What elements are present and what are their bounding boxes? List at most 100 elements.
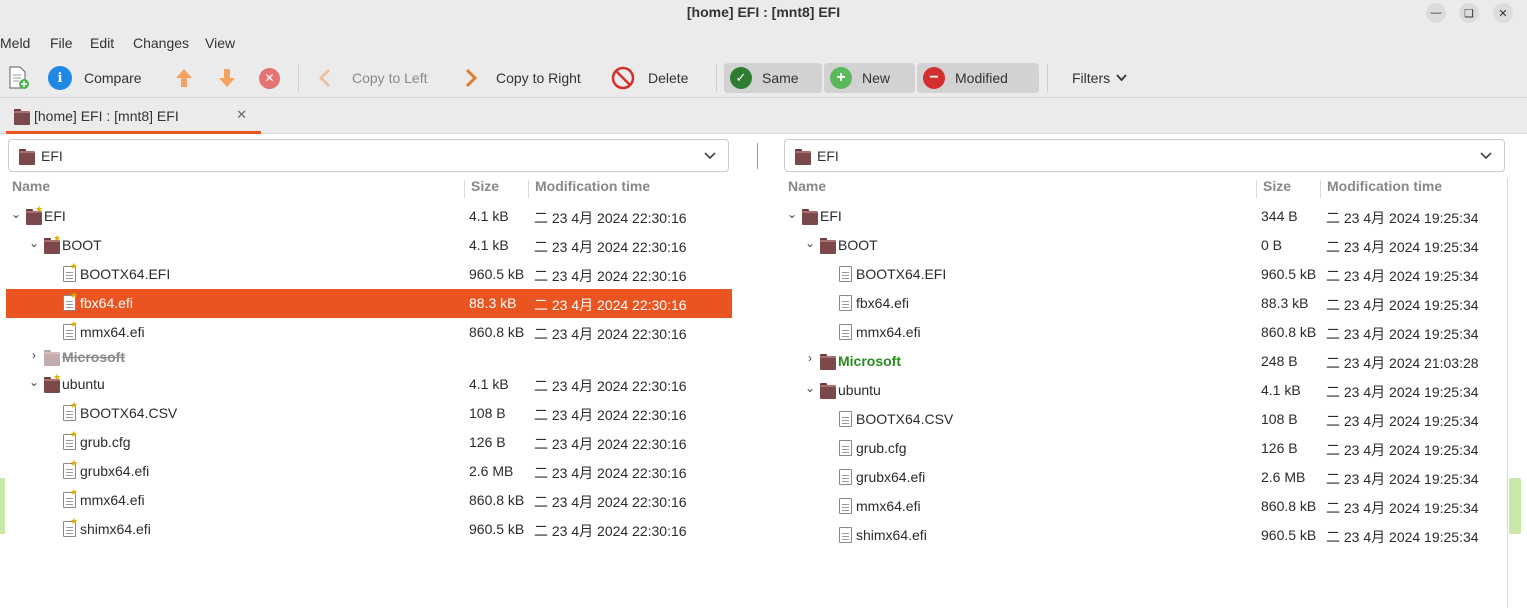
chevron-down-icon[interactable]: ⌄ xyxy=(804,236,816,250)
tree-row[interactable]: ★ mmx64.efi 860.8 kB 二 23 4月 2024 22:30:… xyxy=(6,486,732,515)
tree-row[interactable]: mmx64.efi 860.8 kB 二 23 4月 2024 19:25:34 xyxy=(782,492,1507,521)
new-badge-icon: ★ xyxy=(70,290,79,300)
tree-row[interactable]: grubx64.efi 2.6 MB 二 23 4月 2024 19:25:34 xyxy=(782,463,1507,492)
row-size: 860.8 kB xyxy=(469,492,525,508)
tree-row[interactable]: ⌄ EFI 344 B 二 23 4月 2024 19:25:34 xyxy=(782,202,1507,231)
chevron-down-icon[interactable]: ⌄ xyxy=(10,207,22,221)
menu-edit[interactable]: Edit xyxy=(90,35,114,51)
tree-row[interactable]: ★ shimx64.efi 960.5 kB 二 23 4月 2024 22:3… xyxy=(6,515,732,544)
row-name: grub.cfg xyxy=(856,440,907,456)
filter-modified-toggle[interactable]: − Modified xyxy=(917,63,1039,93)
row-name: grub.cfg xyxy=(80,434,131,450)
file-icon xyxy=(839,527,852,543)
tree-row[interactable]: BOOTX64.EFI 960.5 kB 二 23 4月 2024 19:25:… xyxy=(782,260,1507,289)
copy-to-right-button[interactable]: Copy to Right xyxy=(464,58,581,98)
row-size: 4.1 kB xyxy=(469,237,509,253)
tree-row[interactable]: ★ grubx64.efi 2.6 MB 二 23 4月 2024 22:30:… xyxy=(6,457,732,486)
right-location-combo[interactable]: EFI xyxy=(784,139,1505,172)
row-size: 344 B xyxy=(1261,208,1298,224)
tree-row[interactable]: ⌄ BOOT 0 B 二 23 4月 2024 19:25:34 xyxy=(782,231,1507,260)
row-mtime: 二 23 4月 2024 19:25:34 xyxy=(1326,384,1479,400)
stop-button[interactable]: ✕ xyxy=(259,58,280,98)
chevron-down-icon xyxy=(1480,152,1492,160)
copy-to-left-button[interactable]: Copy to Left xyxy=(318,58,428,98)
filters-dropdown[interactable]: Filters xyxy=(1072,58,1127,98)
tree-row[interactable]: ⌄ ★ BOOT 4.1 kB 二 23 4月 2024 22:30:16 xyxy=(6,231,732,260)
row-mtime: 二 23 4月 2024 22:30:16 xyxy=(534,268,687,284)
tree-row[interactable]: shimx64.efi 960.5 kB 二 23 4月 2024 19:25:… xyxy=(782,521,1507,550)
info-icon: i xyxy=(48,66,72,90)
tab-close-icon[interactable]: ✕ xyxy=(236,107,247,123)
row-name: BOOT xyxy=(838,237,878,253)
menu-meld[interactable]: Meld xyxy=(0,35,30,51)
menu-view[interactable]: View xyxy=(205,35,235,51)
maximize-icon[interactable]: ❏ xyxy=(1459,3,1479,23)
tree-row[interactable]: mmx64.efi 860.8 kB 二 23 4月 2024 19:25:34 xyxy=(782,318,1507,347)
row-mtime: 二 23 4月 2024 22:30:16 xyxy=(534,378,687,394)
tree-row[interactable]: › Microsoft 248 B 二 23 4月 2024 21:03:28 xyxy=(782,347,1507,376)
row-size: 960.5 kB xyxy=(469,266,525,282)
compare-button[interactable]: i Compare xyxy=(48,58,142,98)
tree-row[interactable]: ★ grub.cfg 126 B 二 23 4月 2024 22:30:16 xyxy=(6,428,732,457)
chevron-down-icon[interactable]: ⌄ xyxy=(786,207,798,221)
row-name: shimx64.efi xyxy=(80,521,151,537)
left-location-combo[interactable]: EFI xyxy=(8,139,729,172)
left-tree[interactable]: Name Size Modification time ⌄ ★ EFI 4.1 … xyxy=(6,178,732,608)
folder-icon xyxy=(795,149,811,165)
tree-row[interactable]: ⌄ ★ ubuntu 4.1 kB 二 23 4月 2024 22:30:16 xyxy=(6,370,732,399)
file-icon xyxy=(839,498,852,514)
left-diff-map-marker[interactable] xyxy=(0,478,5,534)
row-name: EFI xyxy=(820,208,842,224)
copy-to-right-label: Copy to Right xyxy=(496,70,581,86)
menu-changes[interactable]: Changes xyxy=(133,35,189,51)
row-mtime: 二 23 4月 2024 22:30:16 xyxy=(534,239,687,255)
pane-separator xyxy=(757,143,758,169)
new-badge-icon: ★ xyxy=(53,372,62,382)
row-mtime: 二 23 4月 2024 19:25:34 xyxy=(1326,413,1479,429)
toolbar-separator xyxy=(1047,64,1048,92)
row-name: Microsoft xyxy=(838,353,901,369)
minimize-icon[interactable]: — xyxy=(1426,3,1446,23)
left-col-size[interactable]: Size xyxy=(471,178,499,200)
filter-new-toggle[interactable]: + New xyxy=(824,63,915,93)
chevron-down-icon xyxy=(704,152,716,160)
tree-row[interactable]: › Microsoft xyxy=(6,345,732,370)
new-badge-icon: ★ xyxy=(70,429,79,439)
menu-file[interactable]: File xyxy=(50,35,73,51)
right-tree[interactable]: Name Size Modification time ⌄ EFI 344 B … xyxy=(782,178,1507,608)
chevron-down-icon[interactable]: ⌄ xyxy=(28,236,40,250)
next-change-button[interactable] xyxy=(217,58,237,98)
row-name: shimx64.efi xyxy=(856,527,927,543)
tree-row[interactable]: ⌄ ★ EFI 4.1 kB 二 23 4月 2024 22:30:16 xyxy=(6,202,732,231)
tree-row[interactable]: ★ BOOTX64.EFI 960.5 kB 二 23 4月 2024 22:3… xyxy=(6,260,732,289)
row-mtime: 二 23 4月 2024 19:25:34 xyxy=(1326,326,1479,342)
new-comparison-button[interactable] xyxy=(8,58,30,98)
chevron-right-icon[interactable]: › xyxy=(28,348,40,362)
tree-row-selected[interactable]: ★ fbx64.efi 88.3 kB 二 23 4月 2024 22:30:1… xyxy=(6,289,732,318)
right-col-name[interactable]: Name xyxy=(788,178,826,200)
tree-row[interactable]: BOOTX64.CSV 108 B 二 23 4月 2024 19:25:34 xyxy=(782,405,1507,434)
previous-change-button[interactable] xyxy=(174,58,194,98)
tab-efi-comparison[interactable]: [home] EFI : [mnt8] EFI ✕ xyxy=(6,98,261,134)
chevron-right-icon[interactable]: › xyxy=(804,351,816,365)
tree-row[interactable]: ⌄ ubuntu 4.1 kB 二 23 4月 2024 19:25:34 xyxy=(782,376,1507,405)
tree-row[interactable]: ★ BOOTX64.CSV 108 B 二 23 4月 2024 22:30:1… xyxy=(6,399,732,428)
right-diff-map-marker[interactable] xyxy=(1509,478,1521,534)
tree-row[interactable]: grub.cfg 126 B 二 23 4月 2024 19:25:34 xyxy=(782,434,1507,463)
file-icon xyxy=(839,469,852,485)
tree-row[interactable]: ★ mmx64.efi 860.8 kB 二 23 4月 2024 22:30:… xyxy=(6,318,732,347)
chevron-down-icon[interactable]: ⌄ xyxy=(804,381,816,395)
right-col-size[interactable]: Size xyxy=(1263,178,1291,200)
row-size: 126 B xyxy=(469,434,506,450)
row-size: 860.8 kB xyxy=(1261,498,1317,514)
new-badge-icon: ★ xyxy=(70,487,79,497)
filter-same-toggle[interactable]: ✓ Same xyxy=(724,63,822,93)
chevron-down-icon[interactable]: ⌄ xyxy=(28,375,40,389)
delete-button[interactable]: Delete xyxy=(611,58,688,98)
row-size: 108 B xyxy=(1261,411,1298,427)
close-icon[interactable]: ✕ xyxy=(1493,3,1513,23)
left-col-mtime[interactable]: Modification time xyxy=(535,178,650,200)
left-col-name[interactable]: Name xyxy=(12,178,50,200)
right-col-mtime[interactable]: Modification time xyxy=(1327,178,1442,200)
tree-row[interactable]: fbx64.efi 88.3 kB 二 23 4月 2024 19:25:34 xyxy=(782,289,1507,318)
